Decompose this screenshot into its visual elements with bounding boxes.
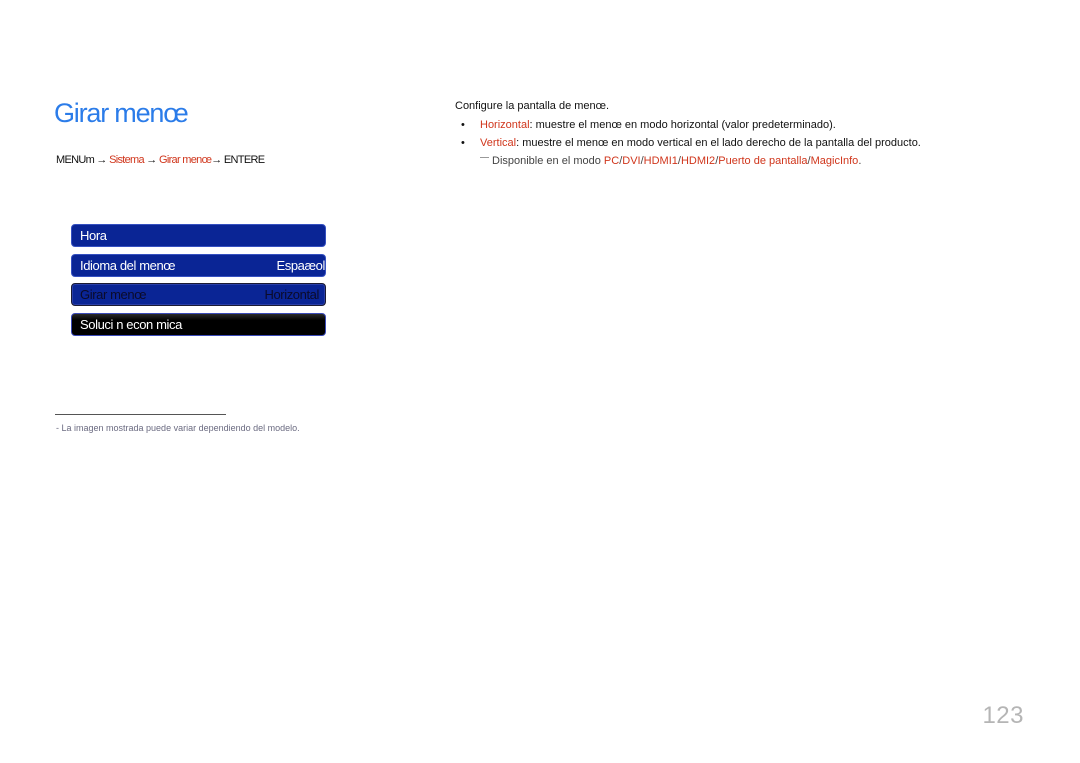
page-number: 123 [982, 702, 1024, 729]
menu-item-label: Hora [80, 228, 107, 243]
menu-item-hora: Hora [71, 224, 326, 247]
menu-item-value: Espaæol [276, 257, 325, 273]
menu-path-girar-menu: Girar menœ [158, 154, 212, 166]
osd-menu-illustration: Hora Idioma del menœ Espaæol Girar menœ … [71, 224, 326, 342]
option-text: : muestre el menœ en modo horizontal (va… [529, 119, 836, 131]
menu-path-sistema: Sistema [109, 154, 145, 166]
bullet-icon: • [461, 137, 465, 149]
footnote-divider [55, 414, 226, 415]
menu-item-label: Soluci n econ mica [80, 316, 182, 332]
mode-hdmi1: HDMI1 [643, 155, 678, 167]
mode-dvi: DVI [622, 155, 641, 167]
menu-item-idioma: Idioma del menœ Espaæol [71, 253, 326, 277]
menu-item-label: Girar menœ [80, 287, 147, 302]
mode-pc: PC [603, 155, 620, 167]
intro-text: Configure la pantalla de menœ. [455, 100, 610, 112]
option-name: Vertical [480, 137, 517, 149]
menu-item-label: Idioma del menœ [80, 257, 176, 273]
mode-hdmi2: HDMI2 [680, 155, 716, 167]
menu-path-enter: ENTERE [223, 154, 265, 166]
menu-item-solucion-economica: Soluci n econ mica [71, 312, 326, 336]
menu-item-girar-menu: Girar menœ Horizontal [71, 283, 326, 306]
availability-note: Disponible en el modo PC/DVI/HDMI1/HDMI2… [480, 155, 921, 167]
mode-magicinfo: MagicInfo [810, 155, 859, 167]
arrow-icon: → [96, 154, 107, 166]
option-name: Horizontal [480, 119, 530, 131]
description: Configure la pantalla de menœ. • Horizon… [455, 100, 921, 167]
option-text: : muestre el menœ en modo vertical en el… [516, 137, 921, 149]
menu-item-value: Horizontal [264, 287, 319, 302]
mode-displayport: Puerto de pantalla [718, 155, 808, 167]
note-icon [480, 157, 489, 158]
option-vertical: • Vertical: muestre el menœ en modo vert… [455, 137, 921, 149]
option-horizontal: • Horizontal: muestre el menœ en modo ho… [455, 119, 921, 131]
note-suffix: . [858, 155, 862, 167]
bullet-icon: • [461, 119, 465, 131]
menu-path: MENUm → Sistema → Girar menœ→ ENTERE [56, 154, 265, 166]
footnote: - La imagen mostrada puede variar depend… [56, 423, 300, 433]
arrow-icon: → [146, 154, 157, 166]
arrow-icon: → [211, 154, 222, 166]
page-title: Girar menœ [54, 98, 189, 128]
note-prefix: Disponible en el modo [492, 155, 604, 167]
menu-path-start: MENUm [56, 154, 95, 166]
